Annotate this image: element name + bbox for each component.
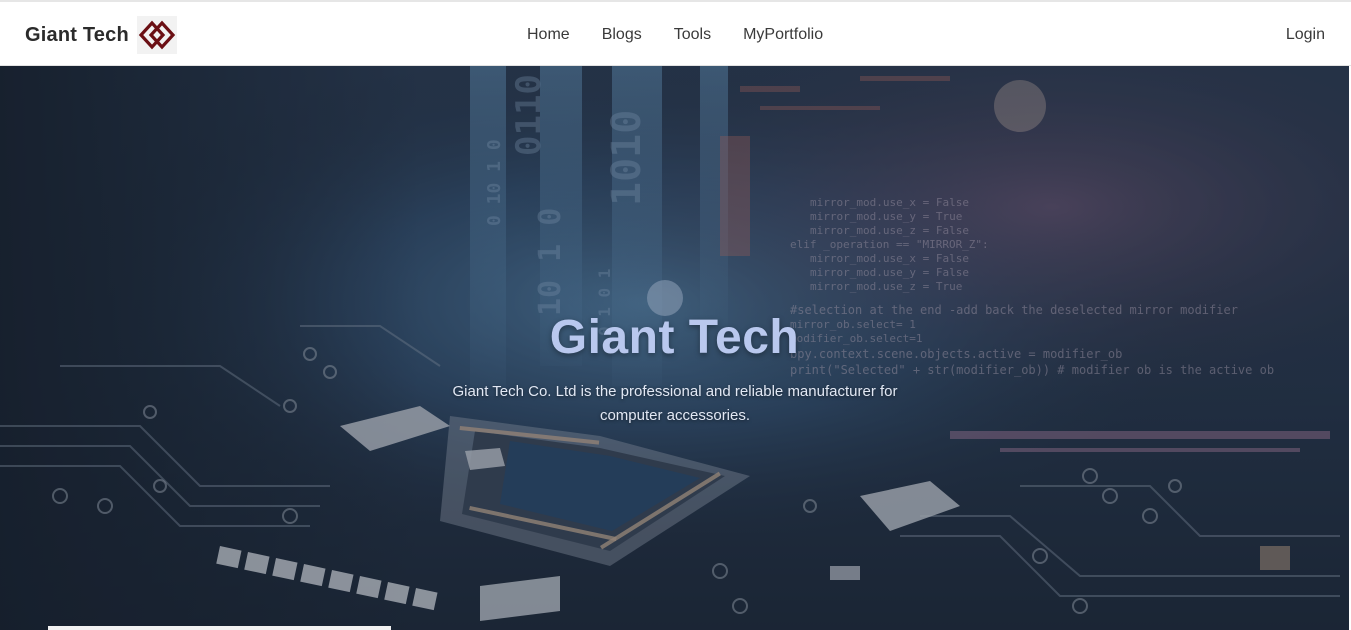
- hero-title: Giant Tech: [549, 311, 800, 364]
- nav-tools[interactable]: Tools: [658, 24, 727, 46]
- nav-links: Home Blogs Tools MyPortfolio: [511, 24, 839, 46]
- hero-subtitle: Giant Tech Co. Ltd is the professional a…: [452, 383, 898, 424]
- hero-content: Giant Tech Giant Tech Co. Ltd is the pro…: [0, 66, 1349, 630]
- nav-blogs[interactable]: Blogs: [586, 24, 658, 46]
- login-link[interactable]: Login: [1286, 24, 1325, 46]
- next-section-edge: [48, 626, 391, 630]
- linked-diamonds-logo-icon[interactable]: [137, 16, 177, 54]
- nav-home[interactable]: Home: [511, 24, 586, 46]
- hero-section: 0110 1010 10 1 0 0 10 1 0 0 1 0 1 mirror…: [0, 66, 1349, 630]
- top-navbar: Giant Tech Home Blogs Tools MyPortfolio …: [0, 0, 1351, 66]
- page: Giant Tech Home Blogs Tools MyPortfolio …: [0, 0, 1351, 630]
- nav-myportfolio[interactable]: MyPortfolio: [727, 24, 839, 46]
- brand-name[interactable]: Giant Tech: [25, 22, 129, 48]
